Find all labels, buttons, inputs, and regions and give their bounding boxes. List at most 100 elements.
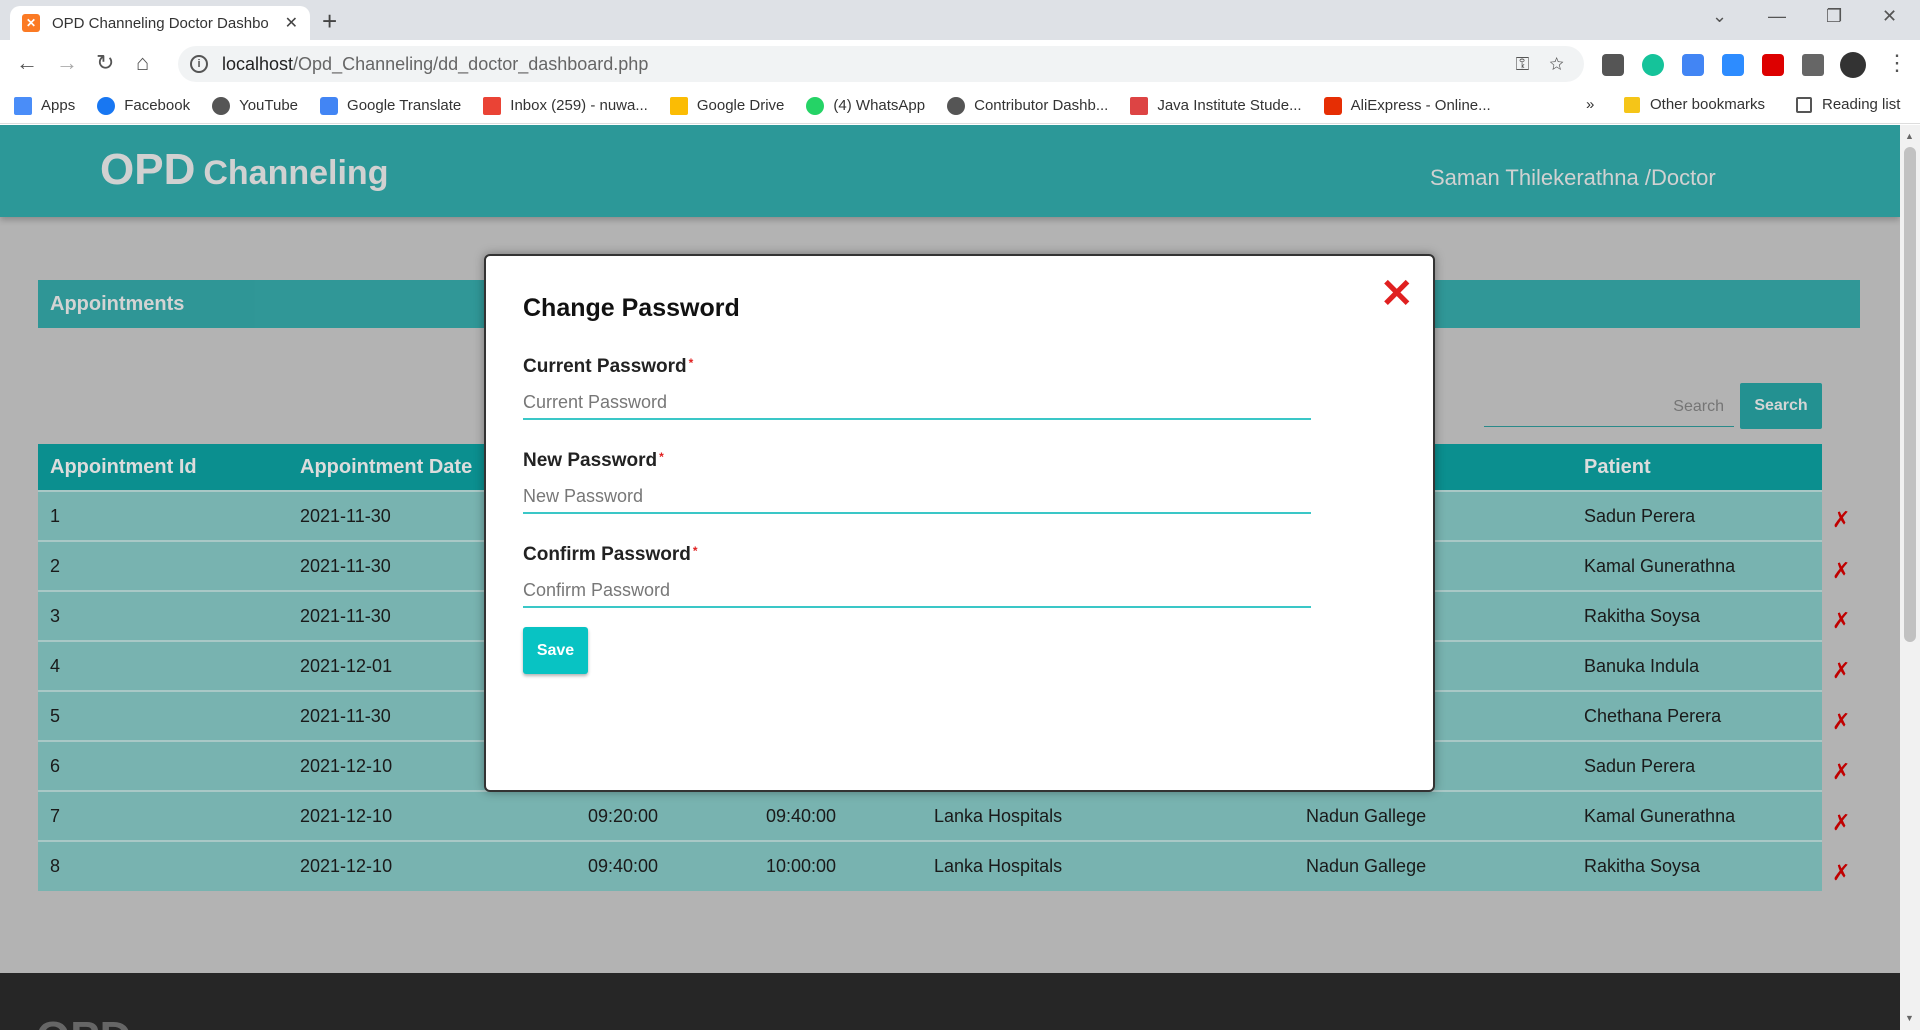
col-appointment-id: Appointment Id xyxy=(38,444,288,491)
delete-row-icon[interactable]: ✗ xyxy=(1832,608,1850,634)
restore-icon[interactable]: ❐ xyxy=(1826,6,1842,27)
pdf-extension-icon[interactable] xyxy=(1762,54,1784,76)
bookmark-star-icon[interactable]: ☆ xyxy=(1549,54,1564,74)
delete-row-icon[interactable]: ✗ xyxy=(1832,759,1850,785)
bookmark-label: Apps xyxy=(41,97,76,114)
site-footer: OPD xyxy=(0,973,1900,1030)
globe-icon xyxy=(212,96,231,115)
bookmarks-overflow-icon[interactable]: » xyxy=(1586,96,1594,113)
extensions-puzzle-icon[interactable] xyxy=(1802,54,1824,76)
java-icon xyxy=(1130,96,1149,115)
cell: Nadun Gallege xyxy=(1294,840,1572,891)
site-info-icon[interactable]: i xyxy=(190,55,208,73)
bookmark-label: Google Drive xyxy=(696,97,785,114)
bookmark-youtube[interactable]: YouTube xyxy=(212,96,298,115)
bookmark-java-institute[interactable]: Java Institute Stude... xyxy=(1130,96,1302,115)
home-icon[interactable]: ⌂ xyxy=(136,50,149,76)
cell: 6 xyxy=(38,740,288,791)
modal-close-icon[interactable]: ✕ xyxy=(1380,274,1414,314)
save-button[interactable]: Save xyxy=(523,627,588,674)
google-drive-icon xyxy=(669,96,688,115)
window-close-icon[interactable]: ✕ xyxy=(1882,6,1897,27)
cell: Chethana Perera xyxy=(1572,690,1822,741)
bookmark-google-translate[interactable]: Google Translate xyxy=(320,96,462,115)
bookmark-apps[interactable]: Apps xyxy=(14,96,76,115)
browser-toolbar: ← → ↻ ⌂ i localhost/Opd_Channeling/dd_do… xyxy=(0,40,1920,88)
cell: 10:00:00 xyxy=(754,840,922,891)
page-scrollbar[interactable]: ▲ ▼ xyxy=(1900,125,1920,1030)
browser-tab[interactable]: ✕ OPD Channeling Doctor Dashbo ✕ xyxy=(10,6,310,40)
label-text: Current Password xyxy=(523,356,687,377)
facebook-icon xyxy=(97,96,116,115)
zoom-extension-icon[interactable] xyxy=(1722,54,1744,76)
bookmark-label: Inbox (259) - nuwa... xyxy=(510,97,648,114)
new-tab-icon[interactable]: + xyxy=(322,6,337,37)
delete-row-icon[interactable]: ✗ xyxy=(1832,709,1850,735)
apps-grid-icon xyxy=(14,96,32,115)
required-marker: * xyxy=(688,356,694,370)
cell: 3 xyxy=(38,590,288,641)
modal-title: Change Password xyxy=(523,294,740,322)
bookmark-label: AliExpress - Online... xyxy=(1350,97,1491,114)
other-bookmarks[interactable]: Other bookmarks xyxy=(1624,96,1765,113)
user-name[interactable]: Saman Thilekerathna /Doctor xyxy=(1430,165,1716,191)
delete-row-icon[interactable]: ✗ xyxy=(1832,810,1850,836)
delete-row-icon[interactable]: ✗ xyxy=(1832,658,1850,684)
bookmark-facebook[interactable]: Facebook xyxy=(97,96,190,115)
cell: 8 xyxy=(38,840,288,891)
bookmark-aliexpress[interactable]: AliExpress - Online... xyxy=(1323,96,1491,115)
table-row: 8 2021-12-10 09:40:00 10:00:00 Lanka Hospita… xyxy=(38,840,1822,891)
delete-row-icon[interactable]: ✗ xyxy=(1832,507,1850,533)
tab-close-icon[interactable]: ✕ xyxy=(285,13,298,33)
back-icon[interactable]: ← xyxy=(16,50,38,76)
bookmarks-bar: Apps Facebook YouTube Google Translate I… xyxy=(0,88,1920,124)
omnibox-actions: ⚿ ☆ xyxy=(1516,54,1564,75)
cell: 4 xyxy=(38,640,288,691)
current-password-input[interactable] xyxy=(523,386,1311,420)
reading-list-label: Reading list xyxy=(1822,96,1901,113)
address-bar[interactable]: i localhost/Opd_Channeling/dd_doctor_das… xyxy=(178,46,1584,82)
cell: Kamal Gunerathna xyxy=(1572,540,1822,591)
bookmark-whatsapp[interactable]: (4) WhatsApp xyxy=(806,96,925,115)
bookmark-label: Google Translate xyxy=(347,97,462,114)
search-input[interactable] xyxy=(1484,387,1734,427)
confirm-password-input[interactable] xyxy=(523,574,1311,608)
section-title: Appointments xyxy=(50,293,185,315)
menu-kebab-icon[interactable]: ⋮ xyxy=(1886,50,1908,76)
search-button[interactable]: Search xyxy=(1740,383,1822,429)
footer-brand: OPD xyxy=(36,1013,131,1030)
xampp-favicon-icon: ✕ xyxy=(22,14,40,32)
bookmark-contributor[interactable]: Contributor Dashb... xyxy=(947,96,1108,115)
new-password-input[interactable] xyxy=(523,480,1311,514)
reader-extension-icon[interactable] xyxy=(1602,54,1624,76)
minimize-icon[interactable]: — xyxy=(1768,6,1786,27)
cell: Sadun Perera xyxy=(1572,740,1822,791)
cell: 5 xyxy=(38,690,288,741)
cell: Nadun Gallege xyxy=(1294,790,1572,841)
cell: 09:40:00 xyxy=(754,790,922,841)
required-marker: * xyxy=(692,544,698,558)
cell: Rakitha Soysa xyxy=(1572,590,1822,641)
globe-icon xyxy=(947,96,966,115)
label-text: Confirm Password xyxy=(523,544,691,565)
cell: Sadun Perera xyxy=(1572,490,1822,541)
translate-extension-icon[interactable] xyxy=(1682,54,1704,76)
scroll-down-arrow-icon[interactable]: ▼ xyxy=(1905,1013,1914,1023)
delete-row-icon[interactable]: ✗ xyxy=(1832,860,1850,886)
site-header: OPD Channeling Saman Thilekerathna /Docto… xyxy=(0,125,1900,217)
folder-icon xyxy=(1624,96,1640,113)
scrollbar-thumb[interactable] xyxy=(1904,147,1916,642)
brand-logo: OPD Channeling xyxy=(100,145,388,195)
bookmark-inbox[interactable]: Inbox (259) - nuwa... xyxy=(483,96,648,115)
forward-icon[interactable]: → xyxy=(56,50,78,76)
password-key-icon[interactable]: ⚿ xyxy=(1516,54,1530,74)
tab-search-icon[interactable]: ⌄ xyxy=(1712,6,1727,27)
cell: 2021-12-10 xyxy=(288,840,576,891)
bookmark-google-drive[interactable]: Google Drive xyxy=(669,96,785,115)
grammarly-extension-icon[interactable] xyxy=(1642,54,1664,76)
scroll-up-arrow-icon[interactable]: ▲ xyxy=(1905,131,1914,141)
profile-avatar[interactable] xyxy=(1840,52,1866,78)
reading-list[interactable]: Reading list xyxy=(1796,96,1900,113)
delete-row-icon[interactable]: ✗ xyxy=(1832,558,1850,584)
reload-icon[interactable]: ↻ xyxy=(96,50,114,76)
